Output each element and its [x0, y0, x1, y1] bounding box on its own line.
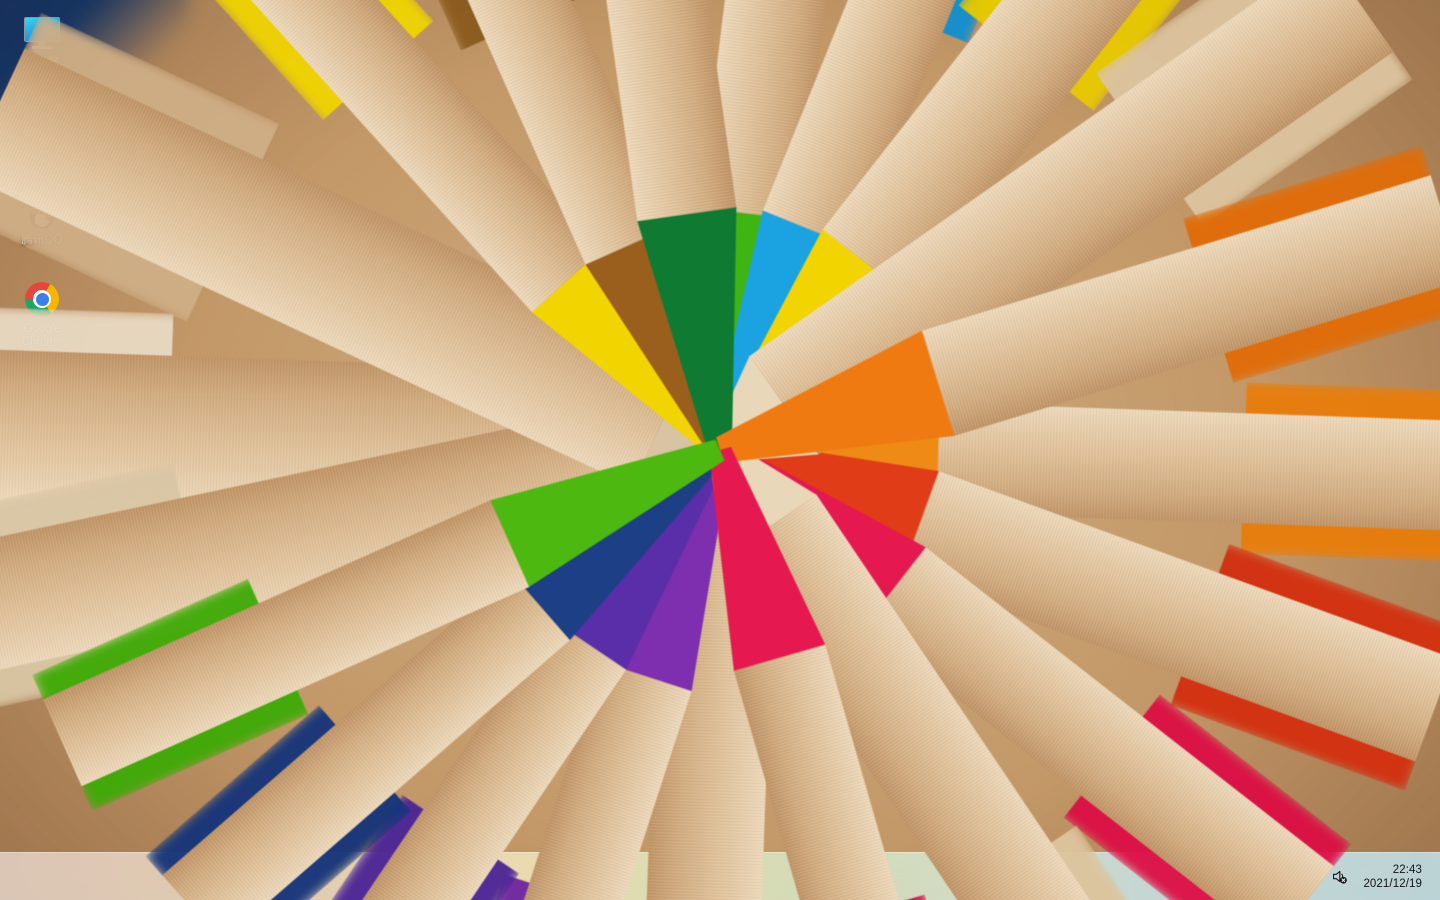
taskbar-clock[interactable]: 22:43 2021/12/19: [1355, 857, 1432, 897]
clock-date: 2021/12/19: [1363, 877, 1422, 890]
desktop-screen: 此电脑♻回收站腾讯QQGoogle ChromeK酷狗音乐 ∧ 英: [0, 0, 1440, 900]
volume-icon: [1333, 870, 1348, 884]
clock-time: 22:43: [1392, 863, 1422, 876]
desktop-wallpaper[interactable]: [0, 0, 1440, 900]
